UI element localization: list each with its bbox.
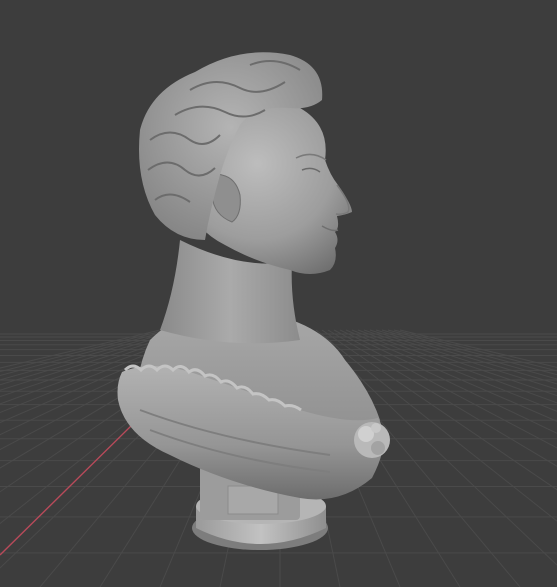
grid-line bbox=[375, 329, 557, 385]
grid-line bbox=[387, 329, 557, 376]
x-axis-line bbox=[0, 424, 133, 556]
grid-line bbox=[381, 329, 557, 380]
grid-line bbox=[357, 329, 557, 404]
bust-model[interactable] bbox=[117, 52, 391, 550]
grid-line bbox=[351, 329, 557, 412]
viewport-scene bbox=[0, 52, 557, 587]
rose-ornament bbox=[354, 422, 390, 458]
3d-viewport[interactable] bbox=[0, 0, 557, 587]
